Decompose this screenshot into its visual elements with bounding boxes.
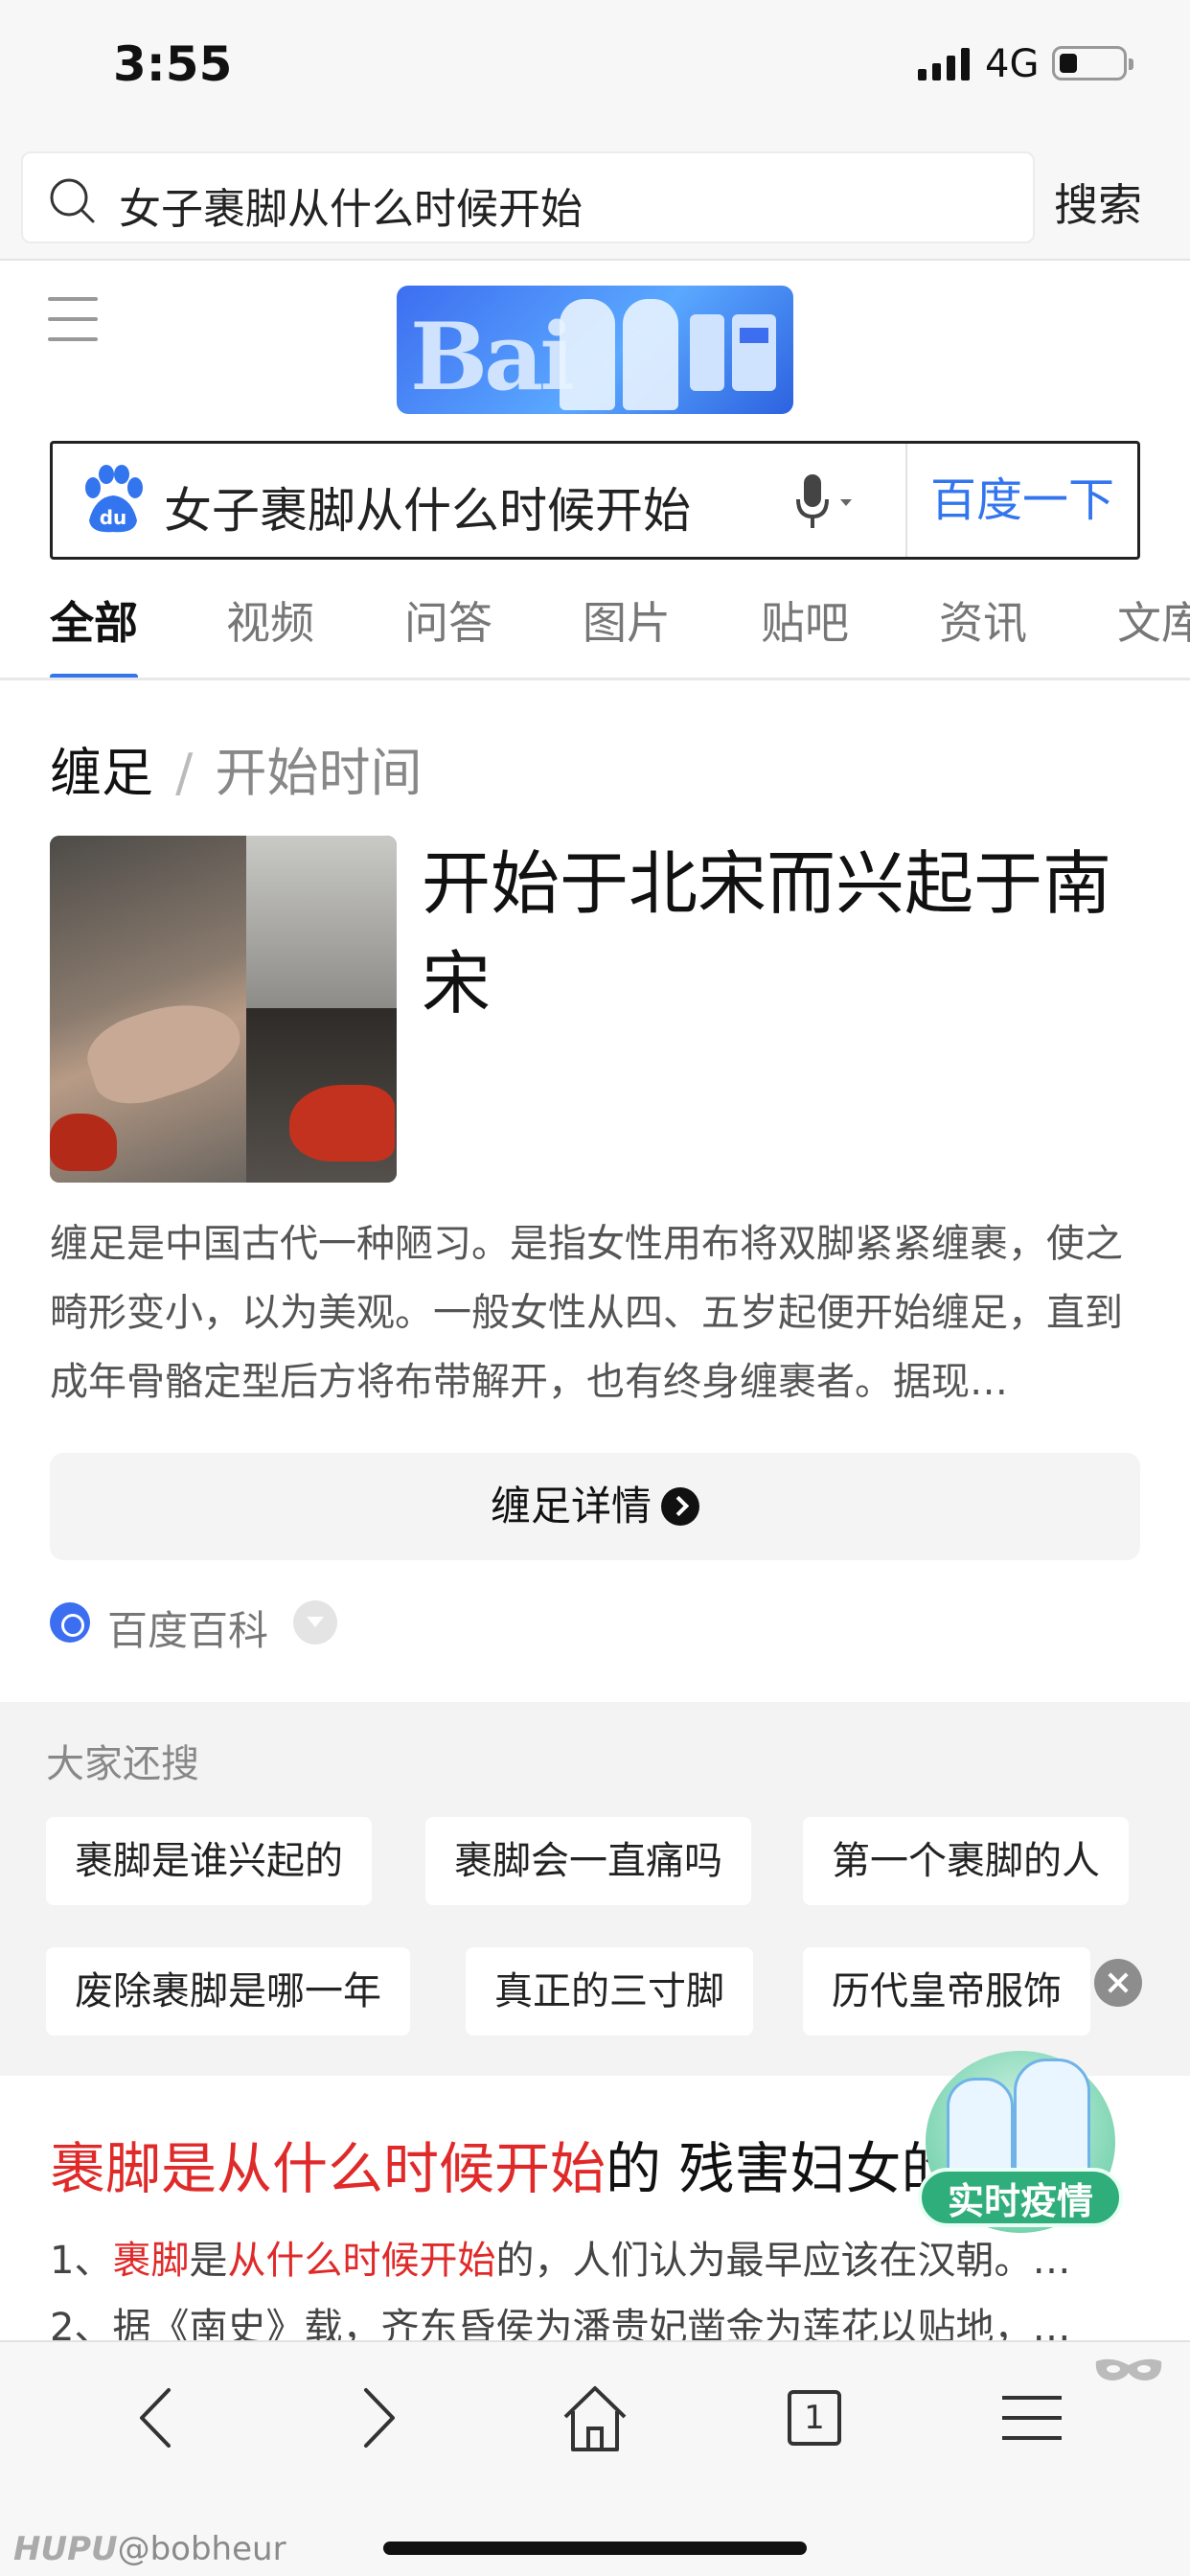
card-description: 缠足是中国古代一种陋习。是指女性用布将双脚紧紧缠裹，使之畸形变小，以为美观。一般… — [50, 1222, 1123, 1404]
epidemic-badge[interactable]: 实时疫情 — [918, 2039, 1123, 2241]
home-indicator[interactable] — [383, 2542, 807, 2555]
tab-video[interactable]: 视频 — [226, 590, 314, 678]
nurse-figure-icon — [623, 299, 678, 410]
related-chip[interactable]: 第一个裹脚的人 — [803, 1817, 1129, 1905]
doctor-figure-icon — [560, 299, 615, 410]
tab-wenku[interactable]: 文库 — [1117, 590, 1190, 678]
related-chip[interactable]: 历代皇帝服饰 — [803, 1947, 1090, 2036]
tab-qa[interactable]: 问答 — [404, 590, 492, 678]
chevron-down-icon[interactable] — [293, 1600, 337, 1644]
hamburger-menu-icon[interactable] — [48, 297, 98, 347]
answer-text: 开始于北宋而兴起于南宋 — [422, 843, 1112, 1024]
back-icon[interactable] — [115, 2375, 201, 2461]
card-title: 缠足 / 开始时间 — [50, 730, 423, 806]
battery-icon — [1052, 46, 1133, 80]
watermark-brand: HUPU — [13, 2530, 118, 2568]
baike-logo-icon — [50, 1602, 90, 1643]
related-title: 大家还搜 — [46, 1742, 199, 1786]
browser-search-button[interactable]: 搜索 — [1054, 171, 1142, 234]
signal-icon — [918, 46, 970, 80]
related-chip[interactable]: 废除裹脚是哪一年 — [46, 1947, 410, 2036]
related-chip[interactable]: 裹脚是谁兴起的 — [46, 1817, 372, 1905]
epidemic-badge-label: 实时疫情 — [918, 2168, 1123, 2227]
svg-text:du: du — [100, 506, 127, 529]
baidu-paw-icon: du — [85, 465, 143, 533]
baidu-query-text: 女子裹脚从什么时候开始 — [164, 483, 691, 539]
watermark: HUPU@bobheur — [13, 2530, 286, 2568]
snippet-text: 是 — [189, 2239, 228, 2283]
status-time: 3:55 — [113, 36, 233, 92]
result-title[interactable]: 裹脚是从什么时候开始的 残害妇女的 — [50, 2124, 956, 2204]
detail-button-label: 缠足详情 — [490, 1483, 652, 1530]
tab-images[interactable]: 图片 — [583, 590, 671, 678]
result-title-highlight: 裹脚是从什么时候开始 — [50, 2136, 606, 2201]
forward-icon[interactable] — [333, 2375, 420, 2461]
network-label: 4G — [985, 42, 1040, 86]
doctor-figure-icon — [1014, 2058, 1090, 2179]
watermark-user: @bobheur — [117, 2530, 286, 2568]
related-searches: 大家还搜 裹脚是谁兴起的 裹脚会一直痛吗 第一个裹脚的人 废除裹脚是哪一年 真正… — [0, 1702, 1190, 2076]
result-tabs: 全部 视频 问答 图片 贴吧 资讯 文库 — [0, 590, 1190, 680]
baidu-search-box[interactable]: du 女子裹脚从什么时候开始 百度一下 — [50, 441, 1140, 560]
baidu-logo[interactable]: Bai — [397, 286, 793, 414]
result-title-rest: 的 残害妇女的 — [606, 2136, 957, 2201]
tab-count: 1 — [788, 2390, 841, 2446]
home-icon[interactable] — [552, 2375, 638, 2461]
close-icon[interactable] — [1094, 1959, 1142, 2007]
search-icon — [50, 178, 95, 223]
detail-button[interactable]: 缠足详情 — [50, 1453, 1140, 1560]
menu-icon[interactable] — [989, 2375, 1075, 2461]
du-logo-glyph — [690, 314, 776, 391]
snippet-text: 1、 — [50, 2239, 113, 2283]
browser-search-input[interactable]: 女子裹脚从什么时候开始 — [21, 151, 1035, 243]
bound-feet-photo[interactable] — [50, 836, 397, 1183]
baidu-search-button[interactable]: 百度一下 — [905, 444, 1137, 557]
card-subtitle: 开始时间 — [215, 743, 423, 803]
snippet-text: 的，人们认为最早应该在汉朝。… — [495, 2239, 1071, 2283]
browser-search-bar: 女子裹脚从什么时候开始 搜索 — [0, 134, 1190, 261]
tab-all[interactable]: 全部 — [50, 590, 138, 678]
tab-news[interactable]: 资讯 — [939, 590, 1027, 678]
mask-icon[interactable] — [1092, 2356, 1165, 2384]
chevron-right-icon — [661, 1486, 699, 1526]
related-chip[interactable]: 真正的三寸脚 — [466, 1947, 753, 2036]
tab-tieba[interactable]: 贴吧 — [761, 590, 849, 678]
microphone-icon[interactable] — [796, 471, 863, 532]
card-keyword[interactable]: 缠足 — [50, 743, 153, 803]
snippet-highlight: 从什么时候开始 — [227, 2239, 496, 2283]
snippet-highlight: 裹脚 — [112, 2239, 190, 2283]
source-label: 百度百科 — [107, 1607, 269, 1654]
tabs-button[interactable]: 1 — [770, 2375, 857, 2461]
browser-query-text: 女子裹脚从什么时候开始 — [119, 185, 583, 234]
related-chip[interactable]: 裹脚会一直痛吗 — [425, 1817, 751, 1905]
card-separator: / — [175, 743, 194, 803]
status-bar: 3:55 4G — [0, 0, 1190, 134]
bottom-toolbar: 1 HUPU@bobheur — [0, 2340, 1190, 2576]
